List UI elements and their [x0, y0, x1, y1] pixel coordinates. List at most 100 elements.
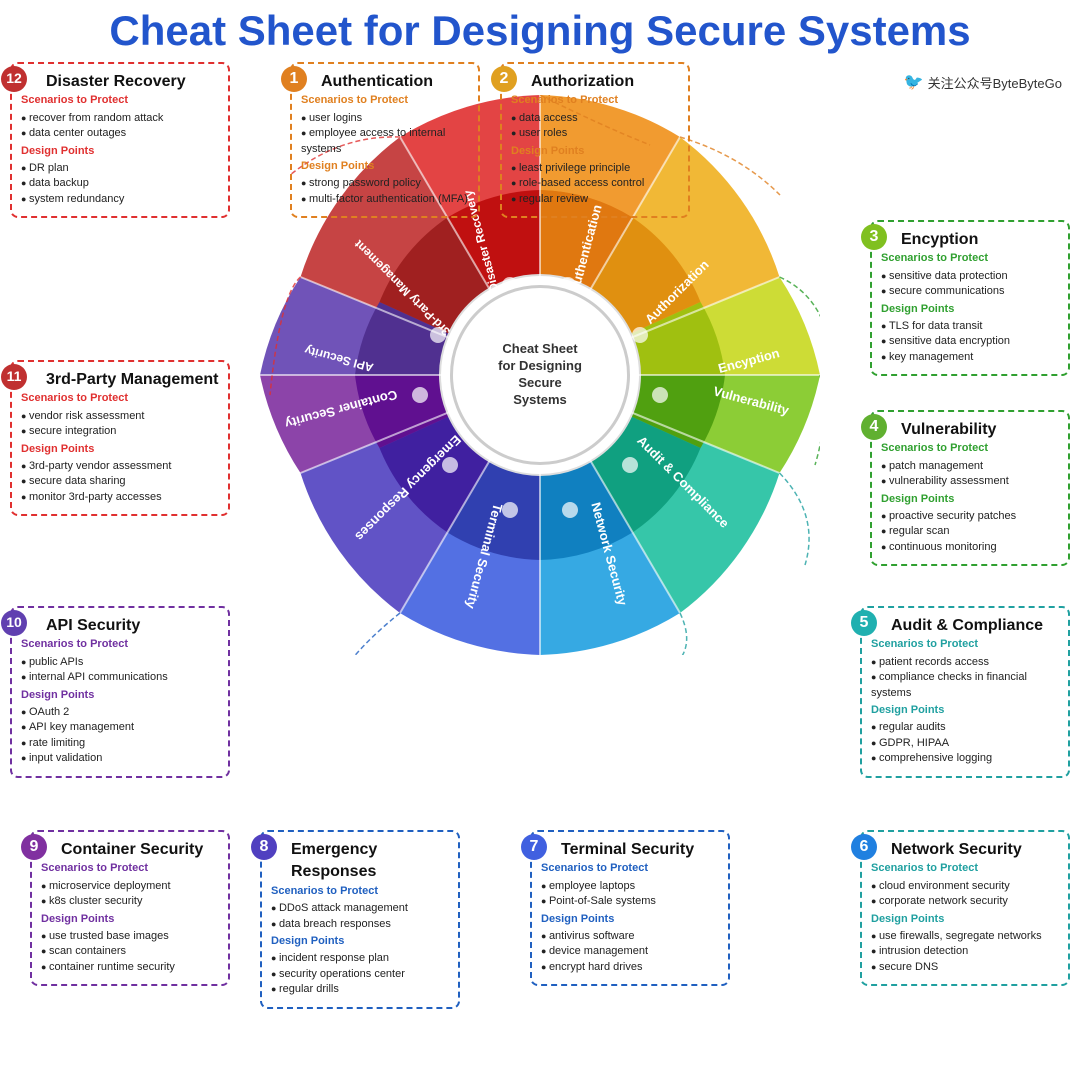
- list-item: antivirus software: [541, 929, 719, 944]
- brand-text: 关注公众号ByteByteGo: [928, 73, 1062, 92]
- center-text: Cheat Sheetfor DesigningSecureSystems: [498, 341, 582, 409]
- list-item: DDoS attack management: [271, 901, 449, 916]
- brand-label: 🐦 关注公众号ByteByteGo: [904, 72, 1062, 92]
- s10-scenarios: public APIs internal API communications: [21, 655, 219, 686]
- s1-scenarios: user logins employee access to internal …: [301, 111, 469, 157]
- section-disaster: 12 Disaster Recovery Scenarios to Protec…: [10, 62, 230, 218]
- num-7: 7: [521, 834, 547, 860]
- list-item: continuous monitoring: [881, 540, 1059, 555]
- s3-design-label: Design Points: [881, 302, 1059, 317]
- s11-design-label: Design Points: [21, 442, 219, 457]
- section-container: 9 Container Security Scenarios to Protec…: [30, 830, 230, 986]
- s10-scenarios-label: Scenarios to Protect: [21, 637, 219, 652]
- num-10: 10: [1, 610, 27, 636]
- s3-scenarios-label: Scenarios to Protect: [881, 251, 1059, 266]
- list-item: employee access to internal systems: [301, 126, 469, 157]
- list-item: 3rd-party vendor assessment: [21, 459, 219, 474]
- main-title: Cheat Sheet for Designing Secure Systems: [10, 8, 1070, 54]
- list-item: encrypt hard drives: [541, 960, 719, 975]
- num-2: 2: [491, 66, 517, 92]
- list-item: user logins: [301, 111, 469, 126]
- section-authorization: 2 Authorization Scenarios to Protect dat…: [500, 62, 690, 218]
- list-item: OAuth 2: [21, 705, 219, 720]
- list-item: data center outages: [21, 126, 219, 141]
- list-item: regular review: [511, 192, 679, 207]
- section-encryption: 3 Encyption Scenarios to Protect sensiti…: [870, 220, 1070, 376]
- s7-design: antivirus software device management enc…: [541, 929, 719, 975]
- list-item: secure DNS: [871, 960, 1059, 975]
- list-item: sensitive data protection: [881, 269, 1059, 284]
- list-item: data breach responses: [271, 917, 449, 932]
- list-item: container runtime security: [41, 960, 219, 975]
- title-10: API Security: [46, 617, 140, 634]
- title-12: Disaster Recovery: [46, 73, 186, 90]
- section-emergency: 8 Emergency Responses Scenarios to Prote…: [260, 830, 460, 1009]
- s5-scenarios: patient records access compliance checks…: [871, 655, 1059, 701]
- title-6: Network Security: [891, 841, 1022, 858]
- list-item: use trusted base images: [41, 929, 219, 944]
- list-item: least privilege principle: [511, 161, 679, 176]
- s12-design-label: Design Points: [21, 144, 219, 159]
- list-item: vendor risk assessment: [21, 409, 219, 424]
- s6-scenarios: cloud environment security corporate net…: [871, 879, 1059, 910]
- title-7: Terminal Security: [561, 841, 694, 858]
- list-item: intrusion detection: [871, 944, 1059, 959]
- list-item: public APIs: [21, 655, 219, 670]
- num-4: 4: [861, 414, 887, 440]
- s5-design: regular audits GDPR, HIPAA comprehensive…: [871, 720, 1059, 766]
- num-1: 1: [281, 66, 307, 92]
- s11-scenarios: vendor risk assessment secure integratio…: [21, 409, 219, 440]
- list-item: use firewalls, segregate networks: [871, 929, 1059, 944]
- list-item: security operations center: [271, 967, 449, 982]
- list-item: key management: [881, 350, 1059, 365]
- list-item: secure integration: [21, 424, 219, 439]
- list-item: user roles: [511, 126, 679, 141]
- s7-scenarios: employee laptops Point-of-Sale systems: [541, 879, 719, 910]
- list-item: recover from random attack: [21, 111, 219, 126]
- section-vulnerability: 4 Vulnerability Scenarios to Protect pat…: [870, 410, 1070, 566]
- s3-scenarios: sensitive data protection secure communi…: [881, 269, 1059, 300]
- list-item: secure communications: [881, 284, 1059, 299]
- title-text: Cheat Sheet for Designing Secure Systems: [109, 7, 970, 54]
- wheel-center: Cheat Sheetfor DesigningSecureSystems: [450, 285, 630, 465]
- s9-scenarios-label: Scenarios to Protect: [41, 861, 219, 876]
- s4-scenarios: patch management vulnerability assessmen…: [881, 459, 1059, 490]
- num-3: 3: [861, 224, 887, 250]
- s6-design: use firewalls, segregate networks intrus…: [871, 929, 1059, 975]
- list-item: sensitive data encryption: [881, 334, 1059, 349]
- title-4: Vulnerability: [901, 421, 996, 438]
- s2-scenarios-label: Scenarios to Protect: [511, 93, 679, 108]
- section-api: 10 API Security Scenarios to Protect pub…: [10, 606, 230, 778]
- list-item: scan containers: [41, 944, 219, 959]
- s2-design: least privilege principle role-based acc…: [511, 161, 679, 207]
- list-item: Point-of-Sale systems: [541, 894, 719, 909]
- list-item: k8s cluster security: [41, 894, 219, 909]
- list-item: compliance checks in financial systems: [871, 670, 1059, 701]
- s7-design-label: Design Points: [541, 912, 719, 927]
- s9-design-label: Design Points: [41, 912, 219, 927]
- list-item: GDPR, HIPAA: [871, 736, 1059, 751]
- title-8: Emergency Responses: [291, 841, 377, 880]
- section-terminal: 7 Terminal Security Scenarios to Protect…: [530, 830, 730, 986]
- section-authentication: 1 Authentication Scenarios to Protect us…: [290, 62, 480, 218]
- s2-scenarios: data access user roles: [511, 111, 679, 142]
- s1-design-label: Design Points: [301, 159, 469, 174]
- list-item: incident response plan: [271, 951, 449, 966]
- list-item: regular scan: [881, 524, 1059, 539]
- s10-design-label: Design Points: [21, 688, 219, 703]
- s4-design-label: Design Points: [881, 492, 1059, 507]
- list-item: secure data sharing: [21, 474, 219, 489]
- list-item: DR plan: [21, 161, 219, 176]
- s12-scenarios: recover from random attack data center o…: [21, 111, 219, 142]
- title-11: 3rd-Party Management: [46, 371, 219, 388]
- s4-design: proactive security patches regular scan …: [881, 509, 1059, 555]
- s11-scenarios-label: Scenarios to Protect: [21, 391, 219, 406]
- list-item: data access: [511, 111, 679, 126]
- list-item: proactive security patches: [881, 509, 1059, 524]
- list-item: monitor 3rd-party accesses: [21, 490, 219, 505]
- list-item: internal API communications: [21, 670, 219, 685]
- s5-scenarios-label: Scenarios to Protect: [871, 637, 1059, 652]
- list-item: rate limiting: [21, 736, 219, 751]
- list-item: corporate network security: [871, 894, 1059, 909]
- s12-design: DR plan data backup system redundancy: [21, 161, 219, 207]
